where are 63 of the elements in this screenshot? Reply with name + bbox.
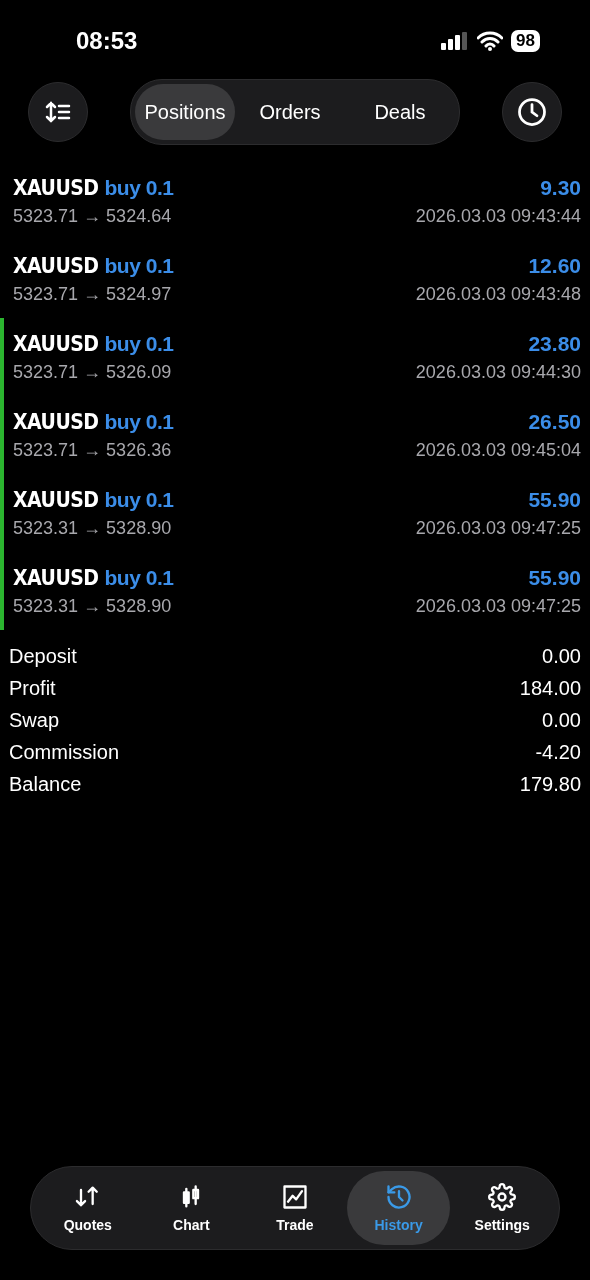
summary-label: Commission [9, 740, 120, 764]
side-label: buy 0.1 [104, 409, 174, 433]
nav-tab[interactable]: Settings [450, 1171, 554, 1245]
symbol-label: XAUUSD [13, 331, 99, 356]
profit-value: 55.90 [528, 565, 581, 590]
summary-value: 184.00 [519, 676, 581, 700]
profit-value: 26.50 [528, 409, 581, 434]
line-chart-icon [281, 1183, 309, 1211]
profit-value: 55.90 [528, 487, 581, 512]
battery-level: 98 [511, 30, 540, 52]
profit-value: 12.60 [528, 253, 581, 278]
side-label: buy 0.1 [104, 253, 174, 277]
side-label: buy 0.1 [104, 565, 174, 589]
price-range: 5323.31 → 5328.90 [13, 517, 172, 539]
nav-tab[interactable]: Trade [243, 1171, 347, 1245]
summary-label: Deposit [9, 644, 77, 668]
tab[interactable]: Orders [235, 84, 345, 140]
nav-tab[interactable]: Chart [139, 1171, 244, 1245]
sort-icon [45, 100, 71, 124]
history-icon [384, 1183, 413, 1211]
side-label: buy 0.1 [104, 331, 174, 355]
deal-time: 2026.03.03 09:47:25 [415, 517, 581, 539]
deal-time: 2026.03.03 09:45:04 [415, 439, 581, 461]
tab[interactable]: Deals [345, 84, 455, 140]
deal-row[interactable]: XAUUSD buy 0.1 55.90 5323.31 → 5328.90 2026.03.03 09:47:25 [0, 552, 590, 630]
price-range: 5323.31 → 5328.90 [13, 595, 172, 617]
symbol-label: XAUUSD [13, 175, 99, 200]
profit-value: 9.30 [540, 175, 581, 200]
symbol-label: XAUUSD [13, 565, 99, 590]
status-time: 08:53 [76, 27, 138, 55]
deal-row[interactable]: XAUUSD buy 0.1 9.30 5323.71 → 5324.64 2026.03.03 09:43:44 [0, 162, 590, 240]
wifi-icon [477, 31, 504, 51]
symbol-label: XAUUSD [13, 409, 99, 434]
nav-tab[interactable]: Quotes [36, 1171, 140, 1245]
price-range: 5323.71 → 5324.97 [13, 283, 172, 305]
deal-row[interactable]: XAUUSD buy 0.1 55.90 5323.31 → 5328.90 2026.03.03 09:47:25 [0, 474, 590, 552]
deal-row[interactable]: XAUUSD buy 0.1 26.50 5323.71 → 5326.36 2026.03.03 09:45:04 [0, 396, 590, 474]
deal-time: 2026.03.03 09:44:30 [415, 361, 581, 383]
nav-tab[interactable]: History [346, 1171, 451, 1245]
price-range: 5323.71 → 5324.64 [13, 205, 172, 227]
price-range: 5323.71 → 5326.36 [13, 439, 172, 461]
deal-row[interactable]: XAUUSD buy 0.1 23.80 5323.71 → 5326.09 2026.03.03 09:44:30 [0, 318, 590, 396]
summary-label: Balance [9, 772, 82, 796]
deal-time: 2026.03.03 09:43:44 [415, 205, 581, 227]
tab[interactable]: Positions [135, 84, 235, 140]
deal-time: 2026.03.03 09:47:25 [415, 595, 581, 617]
summary-value: 0.00 [542, 708, 581, 732]
summary-label: Swap [9, 708, 60, 732]
clock-icon [517, 97, 547, 127]
price-range: 5323.71 → 5326.09 [13, 361, 172, 383]
summary-value: -4.20 [535, 740, 581, 764]
symbol-label: XAUUSD [13, 253, 99, 278]
symbol-label: XAUUSD [13, 487, 99, 512]
deal-row[interactable]: XAUUSD buy 0.1 12.60 5323.71 → 5324.97 2026.03.03 09:43:48 [0, 240, 590, 318]
summary-label: Profit [9, 676, 56, 700]
side-label: buy 0.1 [104, 175, 174, 199]
settings-icon [488, 1183, 517, 1211]
signal-icon [441, 32, 470, 50]
deal-time: 2026.03.03 09:43:48 [415, 283, 581, 305]
profit-value: 23.80 [528, 331, 581, 356]
side-label: buy 0.1 [104, 487, 174, 511]
summary-value: 179.80 [519, 772, 581, 796]
summary-value: 0.00 [542, 644, 581, 668]
